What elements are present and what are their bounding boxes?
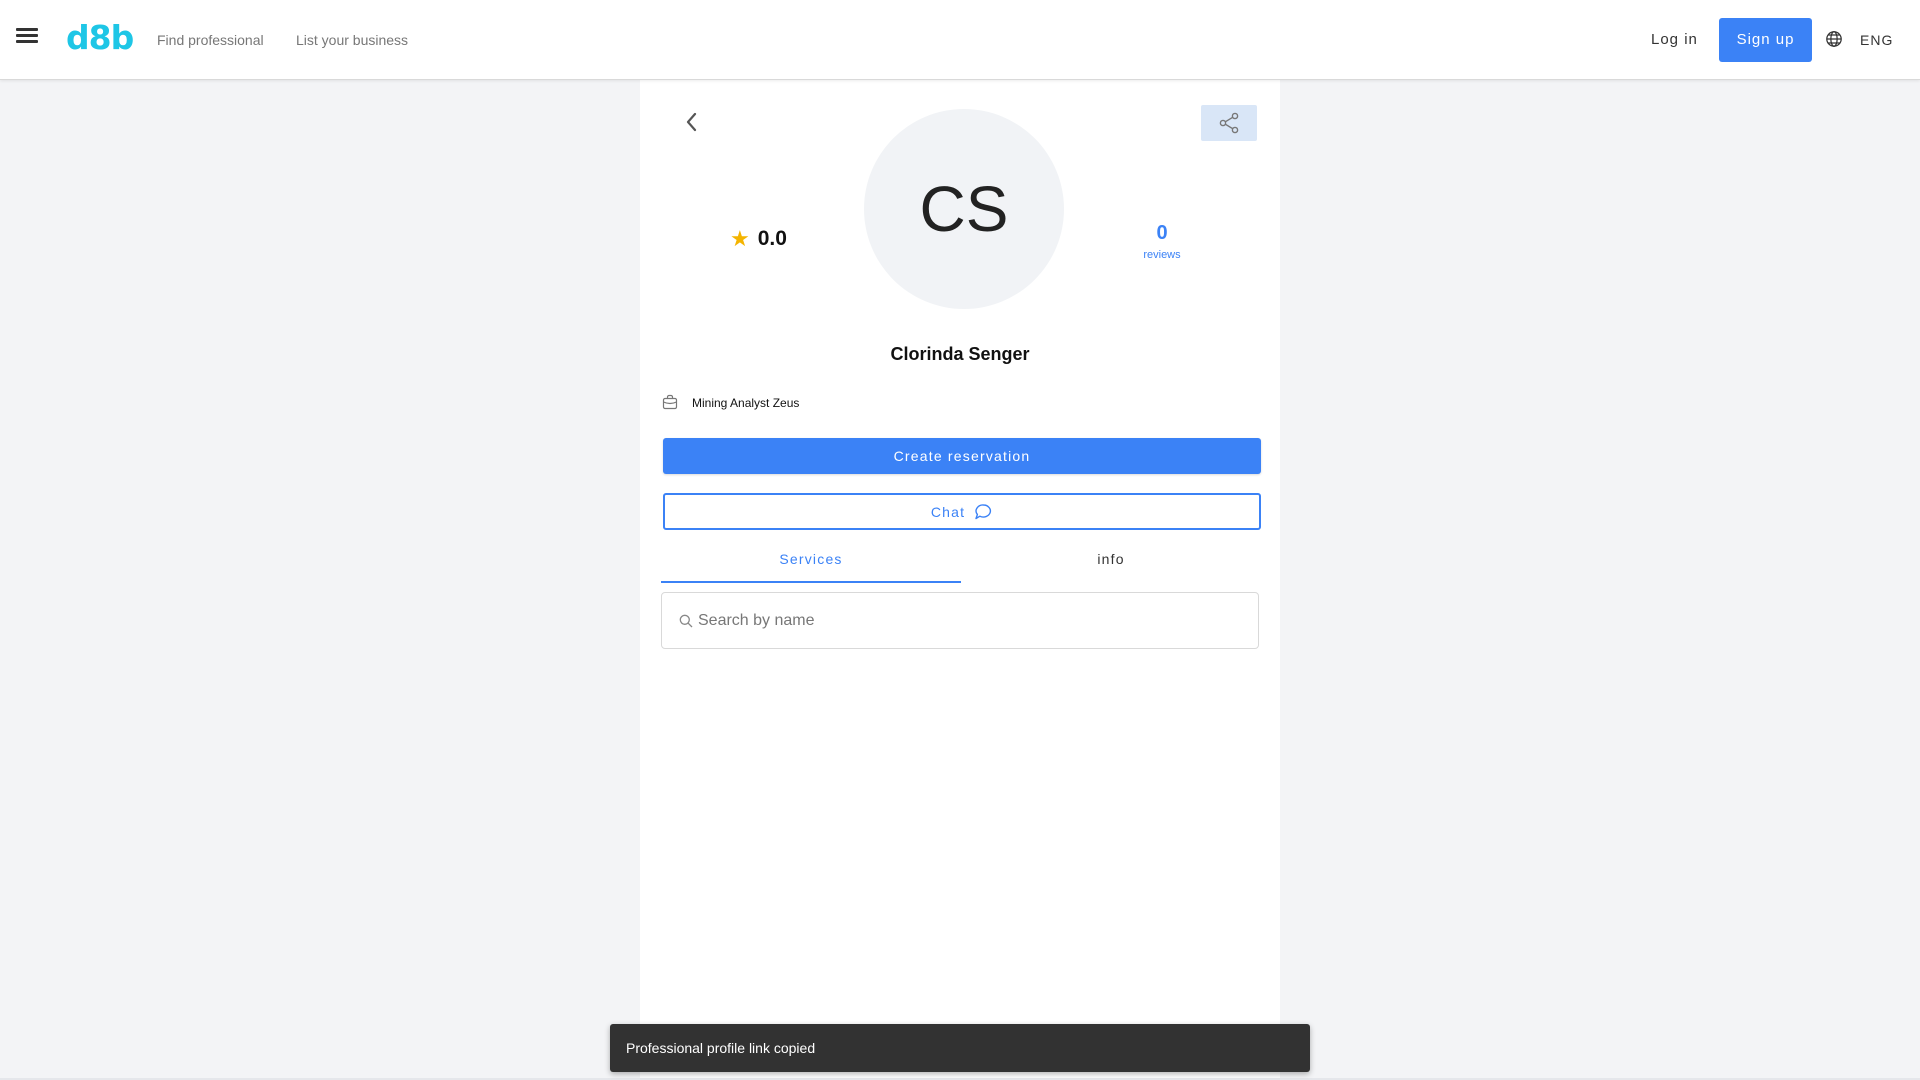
- share-button[interactable]: [1201, 105, 1257, 141]
- reviews-count: 0: [1156, 222, 1168, 244]
- signup-button[interactable]: Sign up: [1719, 18, 1812, 62]
- avatar-initials: CS: [919, 173, 1009, 245]
- chat-button-label: Chat: [930, 503, 966, 520]
- nav-list-your-business[interactable]: List your business: [296, 32, 408, 48]
- briefcase-icon: [662, 394, 678, 410]
- nav-find-professional[interactable]: Find professional: [157, 32, 264, 48]
- profile-panel: ★ 0.0 CS 0 reviews Clorinda Senger Minin…: [640, 80, 1280, 1080]
- tab-info[interactable]: info: [961, 541, 1261, 583]
- reviews-label: reviews: [1143, 249, 1181, 261]
- profile-tabs: Services info: [661, 541, 1261, 583]
- avatar: CS: [864, 109, 1064, 309]
- professional-name: Clorinda Senger: [890, 344, 1030, 364]
- search-box[interactable]: [661, 592, 1259, 649]
- tab-services[interactable]: Services: [661, 541, 961, 583]
- logo[interactable]: d8b: [66, 18, 134, 57]
- menu-icon[interactable]: [16, 28, 38, 46]
- rating-value: 0.0: [757, 227, 787, 250]
- job-title: Mining Analyst Zeus: [692, 396, 800, 410]
- chevron-left-icon[interactable]: [680, 110, 704, 134]
- search-icon: [679, 614, 693, 627]
- chat-bubble-icon: [975, 503, 992, 519]
- reviews-link[interactable]: 0 reviews: [1122, 222, 1202, 261]
- globe-icon[interactable]: [1825, 30, 1843, 48]
- share-icon: [1219, 112, 1239, 134]
- search-input[interactable]: [698, 611, 1238, 630]
- chat-button[interactable]: Chat: [663, 493, 1261, 530]
- login-button[interactable]: Log in: [1651, 31, 1698, 48]
- top-header: d8b Find professional List your business…: [0, 0, 1920, 80]
- star-icon: ★: [730, 226, 750, 251]
- rating: ★ 0.0: [730, 226, 787, 252]
- toast-notification: Professional profile link copied: [610, 1024, 1310, 1072]
- language-selector[interactable]: ENG: [1860, 32, 1893, 48]
- create-reservation-button[interactable]: Create reservation: [663, 438, 1261, 474]
